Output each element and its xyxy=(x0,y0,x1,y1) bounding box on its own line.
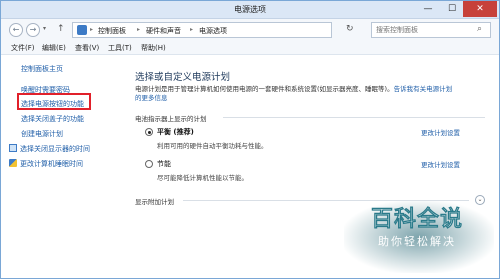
up-arrow-icon[interactable]: ↑ xyxy=(57,24,65,34)
breadcrumb-separator: ▸ xyxy=(190,26,194,33)
maximize-button[interactable]: ☐ xyxy=(441,1,463,17)
balanced-plan-name: 平衡 (推荐) xyxy=(157,128,194,136)
watermark: 百科全说 助你轻松解决 xyxy=(344,201,494,273)
control-panel-window: 电源选项 — ☐ ✕ ← → ▾ ↑ ▸ 控制面板 ▸ 硬件和声音 ▸ 电源选项… xyxy=(0,0,500,279)
sidebar-item-label: 更改计算机睡眠时间 xyxy=(20,160,83,168)
menu-bar: 文件(F) 编辑(E) 查看(V) 工具(T) 帮助(H) xyxy=(1,41,499,55)
history-dropdown-icon[interactable]: ▾ xyxy=(43,25,46,32)
power-saver-plan-name: 节能 xyxy=(157,160,171,168)
breadcrumb-control-panel[interactable]: 控制面板 xyxy=(98,26,126,36)
search-icon[interactable]: ⌕ xyxy=(477,24,482,34)
sidebar-item-sleep-time[interactable]: 更改计算机睡眠时间 xyxy=(9,159,83,169)
search-box[interactable]: ⌕ xyxy=(371,22,491,38)
menu-tools[interactable]: 工具(T) xyxy=(108,43,132,53)
additional-plans-heading[interactable]: 显示附加计划 xyxy=(135,196,174,206)
menu-file[interactable]: 文件(F) xyxy=(11,43,35,53)
power-saver-change-settings-link[interactable]: 更改计划设置 xyxy=(421,159,460,169)
menu-help[interactable]: 帮助(H) xyxy=(141,43,166,53)
balanced-plan-description: 利用可用的硬件自动平衡功耗与性能。 xyxy=(157,142,268,150)
breadcrumb-power-options[interactable]: 电源选项 xyxy=(199,26,227,36)
refresh-icon[interactable]: ↻ xyxy=(346,24,354,34)
power-plan-info-link[interactable]: 告诉我有关电源计划 xyxy=(394,85,453,93)
page-title: 选择或自定义电源计划 xyxy=(135,72,231,83)
shield-icon xyxy=(9,159,17,167)
sidebar-item-control-panel-home[interactable]: 控制面板主页 xyxy=(21,64,63,74)
forward-button[interactable]: → xyxy=(26,23,40,37)
close-button[interactable]: ✕ xyxy=(463,1,497,17)
power-plan-info-link-more[interactable]: 的更多信息 xyxy=(135,94,168,102)
breadcrumb-separator: ▸ xyxy=(137,26,141,33)
address-field[interactable]: ▸ 控制面板 ▸ 硬件和声音 ▸ 电源选项 ▾ xyxy=(72,22,389,38)
page-description: 电源计划是用于管理计算机如何使用电源的一套硬件和系统设置(如显示器亮度、睡眠等)… xyxy=(135,85,480,103)
search-input[interactable] xyxy=(376,24,474,36)
sidebar-item-lid-close[interactable]: 选择关闭盖子的功能 xyxy=(21,114,84,124)
menu-edit[interactable]: 编辑(E) xyxy=(42,43,66,53)
balanced-change-settings-link[interactable]: 更改计划设置 xyxy=(421,127,460,137)
power-saver-plan-description: 尽可能降低计算机性能以节能。 xyxy=(157,174,248,182)
minimize-button[interactable]: — xyxy=(417,1,439,17)
description-text: 电源计划是用于管理计算机如何使用电源的一套硬件和系统设置(如显示器亮度、睡眠等)… xyxy=(135,85,394,93)
sidebar-item-label: 选择关闭显示器的时间 xyxy=(20,145,90,153)
menu-view[interactable]: 查看(V) xyxy=(75,43,99,53)
monitor-icon xyxy=(9,144,17,152)
balanced-plan-radio[interactable] xyxy=(145,128,153,136)
battery-plans-heading: 电池指示器上显示的计划 xyxy=(135,115,207,123)
watermark-logo: 百科全说 xyxy=(370,207,463,233)
breadcrumb-separator: ▸ xyxy=(90,26,94,33)
title-bar: 电源选项 — ☐ ✕ xyxy=(1,1,499,19)
watermark-slogan: 助你轻松解决 xyxy=(378,235,456,248)
address-bar: ← → ▾ ↑ ▸ 控制面板 ▸ 硬件和声音 ▸ 电源选项 ▾ ↻ ⌕ xyxy=(1,19,499,41)
back-button[interactable]: ← xyxy=(9,23,23,37)
sidebar-item-create-plan[interactable]: 创建电源计划 xyxy=(21,129,63,139)
control-panel-icon xyxy=(77,25,87,35)
breadcrumb-hardware-sound[interactable]: 硬件和声音 xyxy=(146,26,181,36)
divider xyxy=(223,117,485,118)
sidebar-item-display-off[interactable]: 选择关闭显示器的时间 xyxy=(9,144,90,154)
red-highlight-box xyxy=(17,93,91,110)
sidebar: 控制面板主页 唤醒时需要密码 选择电源按钮的功能 选择关闭盖子的功能 创建电源计… xyxy=(1,56,121,278)
power-saver-plan-radio[interactable] xyxy=(145,160,153,168)
